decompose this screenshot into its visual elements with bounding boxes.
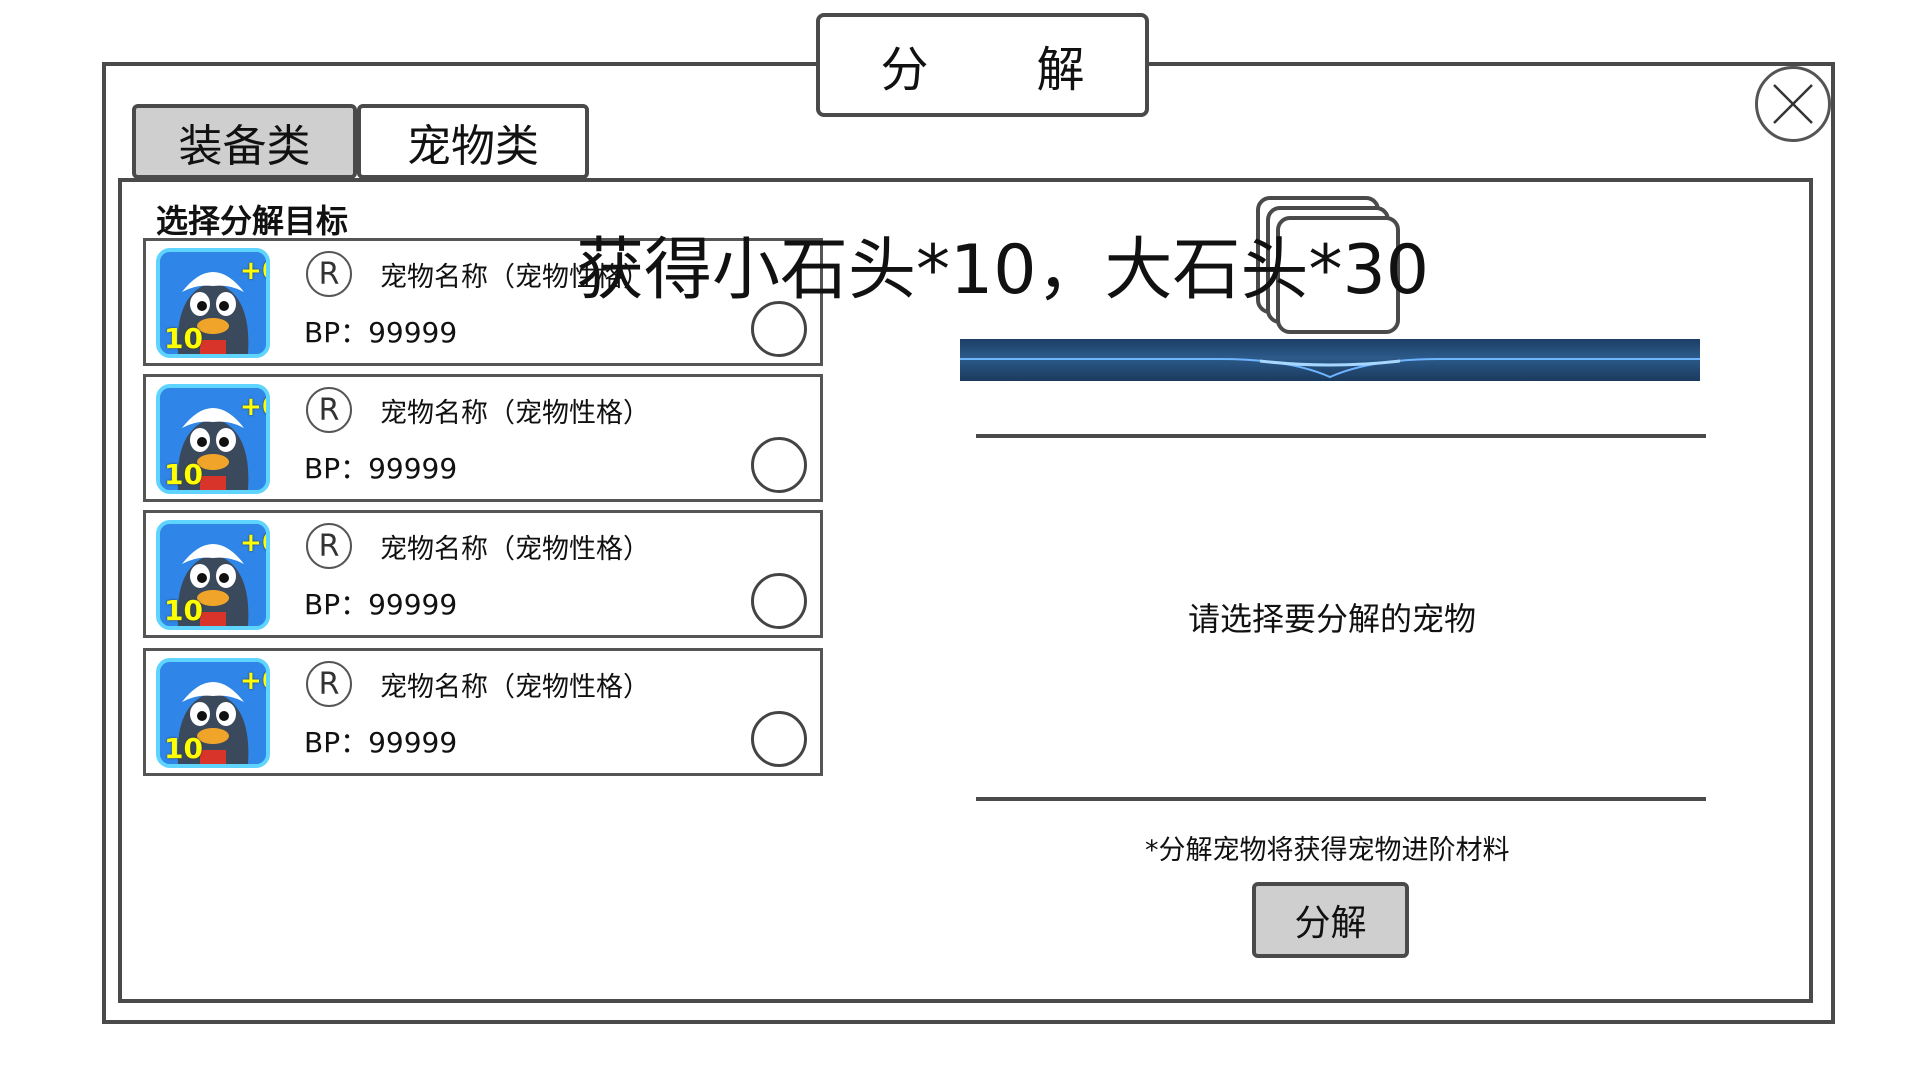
divider-bottom	[976, 797, 1706, 801]
decorative-banner	[960, 339, 1700, 381]
tab-pet[interactable]: 宠物类	[357, 104, 589, 179]
decompose-button[interactable]: 分解	[1252, 882, 1409, 958]
dialog-title: 分 解	[816, 13, 1149, 117]
tab-equipment[interactable]: 装备类	[132, 104, 357, 179]
pet-name: 宠物名称（宠物性格）	[380, 534, 650, 565]
pet-select-radio[interactable]	[751, 711, 807, 767]
pet-bp: BP：99999	[304, 726, 458, 759]
enhance-level: +6	[240, 528, 266, 558]
pet-bp: BP：99999	[304, 588, 458, 621]
material-note: *分解宠物将获得宠物进阶材料	[1145, 835, 1510, 866]
pet-level: 10	[164, 594, 203, 627]
rarity-badge-icon: R	[306, 661, 352, 707]
rarity-badge-icon: R	[306, 387, 352, 433]
reward-text: 获得小石头*10，大石头*30	[576, 231, 1430, 310]
pet-name: 宠物名称（宠物性格）	[380, 672, 650, 703]
select-hint: 请选择要分解的宠物	[1188, 600, 1477, 638]
pet-bp: BP：99999	[304, 452, 458, 485]
pet-avatar-icon: +6 10	[156, 520, 270, 630]
pet-level: 10	[164, 732, 203, 765]
pet-avatar-icon: +6 10	[156, 384, 270, 494]
close-icon	[1773, 84, 1813, 124]
rarity-badge-icon: R	[306, 523, 352, 569]
enhance-level: +6	[240, 256, 266, 286]
pet-level: 10	[164, 458, 203, 491]
enhance-level: +6	[240, 392, 266, 422]
pet-list-item[interactable]: +6 10 R 宠物名称（宠物性格） BP：99999	[143, 648, 823, 776]
pet-avatar-icon: +6 10	[156, 248, 270, 358]
pet-list-item[interactable]: +6 10 R 宠物名称（宠物性格） BP：99999	[143, 510, 823, 638]
pet-bp: BP：99999	[304, 316, 458, 349]
enhance-level: +6	[240, 666, 266, 696]
pet-avatar-icon: +6 10	[156, 658, 270, 768]
pet-name: 宠物名称（宠物性格）	[380, 398, 650, 429]
rarity-badge-icon: R	[306, 251, 352, 297]
pet-select-radio[interactable]	[751, 437, 807, 493]
section-label: 选择分解目标	[156, 202, 349, 240]
pet-list-item[interactable]: +6 10 R 宠物名称（宠物性格） BP：99999	[143, 374, 823, 502]
close-button[interactable]	[1755, 66, 1831, 142]
pet-select-radio[interactable]	[751, 573, 807, 629]
divider-top	[976, 434, 1706, 438]
pet-level: 10	[164, 322, 203, 355]
